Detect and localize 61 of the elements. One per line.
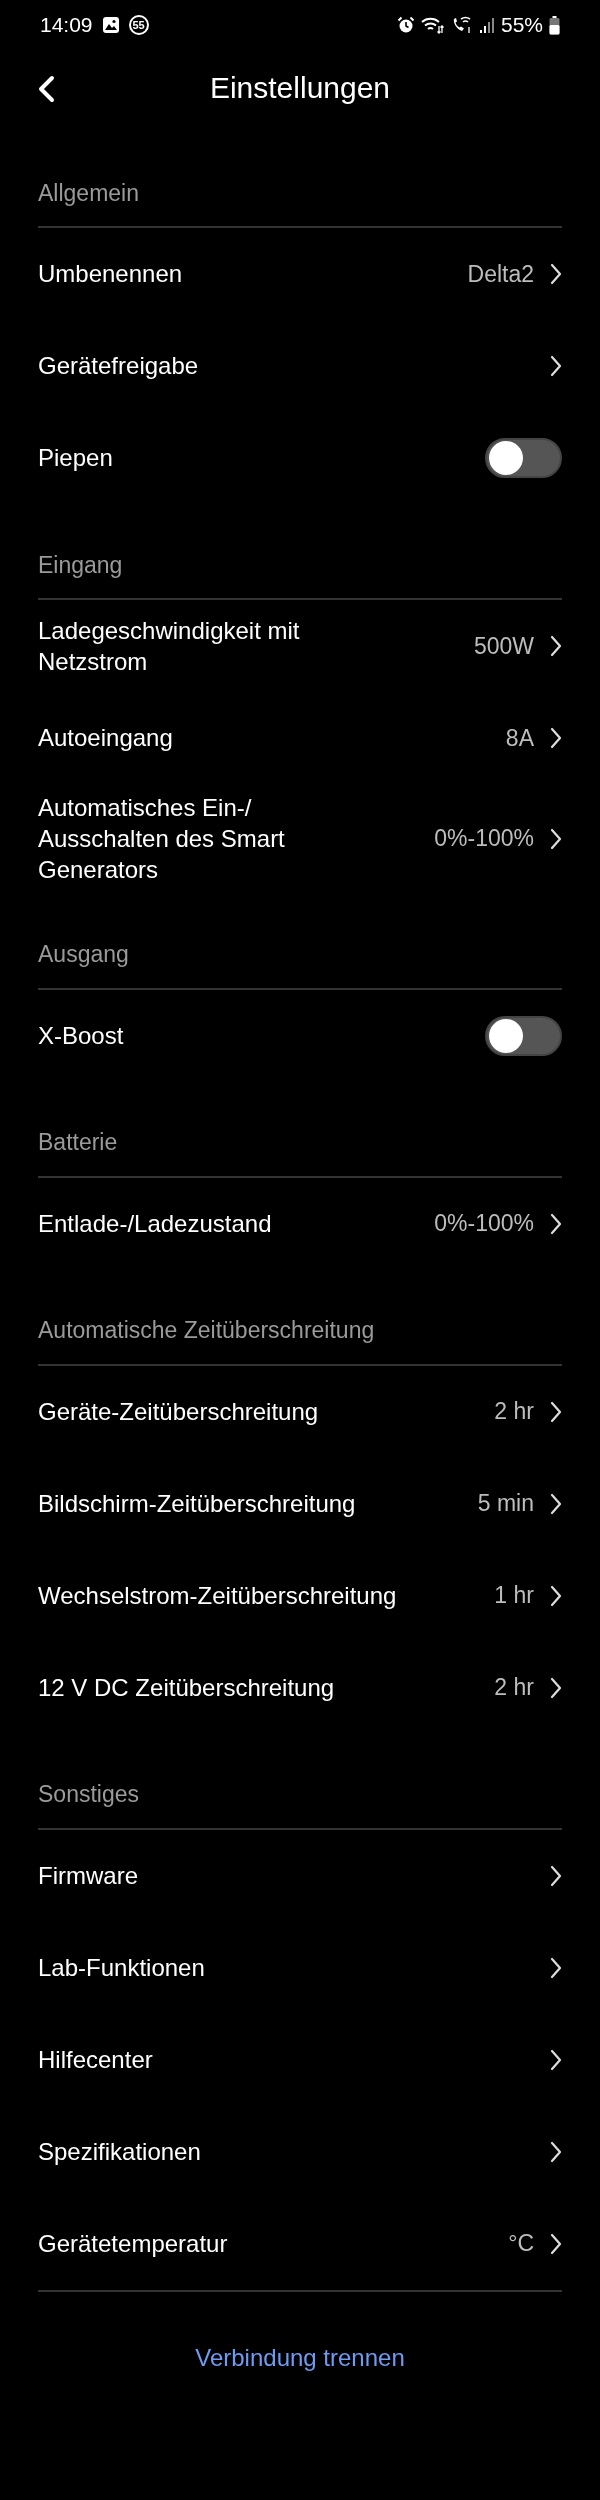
page-title: Einstellungen bbox=[209, 71, 391, 105]
battery-percentage: 55% bbox=[500, 13, 543, 37]
setting-value: 500W bbox=[473, 632, 534, 660]
clock-time: 14:09 bbox=[40, 13, 93, 37]
section-heading: Allgemein bbox=[38, 179, 139, 207]
setting-value: 5 min bbox=[477, 1490, 534, 1518]
setting-label: Entlade-/Ladezustand bbox=[38, 1208, 272, 1239]
section-heading: Automatische Zeitüberschreitung bbox=[38, 1317, 375, 1345]
setting-label: Gerätefreigabe bbox=[38, 351, 199, 382]
chevron-icon[interactable] bbox=[550, 635, 562, 657]
chevron-icon[interactable] bbox=[550, 2048, 562, 2071]
setting-label: Spezifikationen bbox=[38, 2136, 201, 2167]
setting-value: 1 hr bbox=[494, 1582, 534, 1610]
setting-label: Firmware bbox=[38, 1860, 138, 1891]
setting-value: 0%-100% bbox=[434, 1210, 534, 1238]
chevron-icon[interactable] bbox=[550, 263, 562, 285]
setting-label: Geräte-Zeitüberschreitung bbox=[38, 1396, 319, 1427]
toggle-switch[interactable] bbox=[485, 1015, 562, 1056]
setting-label: X-Boost bbox=[38, 1020, 124, 1051]
chevron-icon[interactable] bbox=[550, 1492, 562, 1515]
setting-label: Ladegeschwindigkeit mit Netzstrom bbox=[38, 615, 301, 677]
wifi-icon bbox=[420, 16, 445, 34]
setting-value: 2 hr bbox=[494, 1674, 534, 1702]
setting-label: Piepen bbox=[38, 443, 113, 474]
setting-label: Gerätetemperatur bbox=[38, 2228, 228, 2259]
chevron-icon[interactable] bbox=[550, 2232, 562, 2255]
setting-value: 0%-100% bbox=[434, 825, 534, 853]
chevron-icon[interactable] bbox=[550, 1676, 562, 1699]
section-heading: Ausgang bbox=[38, 941, 129, 969]
setting-label: Automatisches Ein-/Ausschalten des Smart Generators bbox=[38, 793, 286, 886]
setting-label: Wechselstrom-Zeitüberschreitung bbox=[38, 1580, 397, 1611]
section-heading: Eingang bbox=[38, 551, 123, 579]
section-heading: Batterie bbox=[38, 1129, 118, 1157]
setting-label: 12 V DC Zeitüberschreitung bbox=[38, 1672, 335, 1703]
setting-label: Autoeingang bbox=[38, 723, 173, 754]
setting-label: Lab-Funktionen bbox=[38, 1952, 205, 1983]
chevron-icon[interactable] bbox=[550, 1212, 562, 1235]
setting-label: Umbenennen bbox=[38, 259, 183, 290]
setting-value: 2 hr bbox=[494, 1398, 534, 1426]
battery-icon bbox=[549, 15, 560, 35]
signal-icon bbox=[478, 16, 495, 34]
chevron-icon[interactable] bbox=[550, 355, 562, 377]
chevron-icon[interactable] bbox=[550, 1864, 562, 1887]
alarm-icon bbox=[396, 16, 415, 34]
chevron-icon[interactable] bbox=[550, 827, 562, 850]
chevron-icon[interactable] bbox=[550, 1956, 562, 1979]
setting-value: °C bbox=[508, 2230, 534, 2258]
setting-label: Bildschirm-Zeitüberschreitung bbox=[38, 1488, 356, 1519]
setting-value: 8A bbox=[505, 724, 534, 752]
section-heading: Sonstiges bbox=[38, 1781, 139, 1809]
chevron-icon[interactable] bbox=[550, 1584, 562, 1607]
image-icon bbox=[101, 16, 120, 34]
setting-label: Hilfecenter bbox=[38, 2044, 153, 2075]
toggle-switch[interactable] bbox=[485, 438, 562, 478]
chevron-icon[interactable] bbox=[550, 727, 562, 749]
disconnect-link[interactable]: Verbindung trennen bbox=[195, 2343, 405, 2371]
back-icon[interactable] bbox=[36, 75, 56, 103]
notification-count: 55 bbox=[128, 15, 149, 35]
chevron-icon[interactable] bbox=[550, 1400, 562, 1423]
chevron-icon[interactable] bbox=[550, 2140, 562, 2163]
setting-value: Delta2 bbox=[467, 260, 534, 288]
